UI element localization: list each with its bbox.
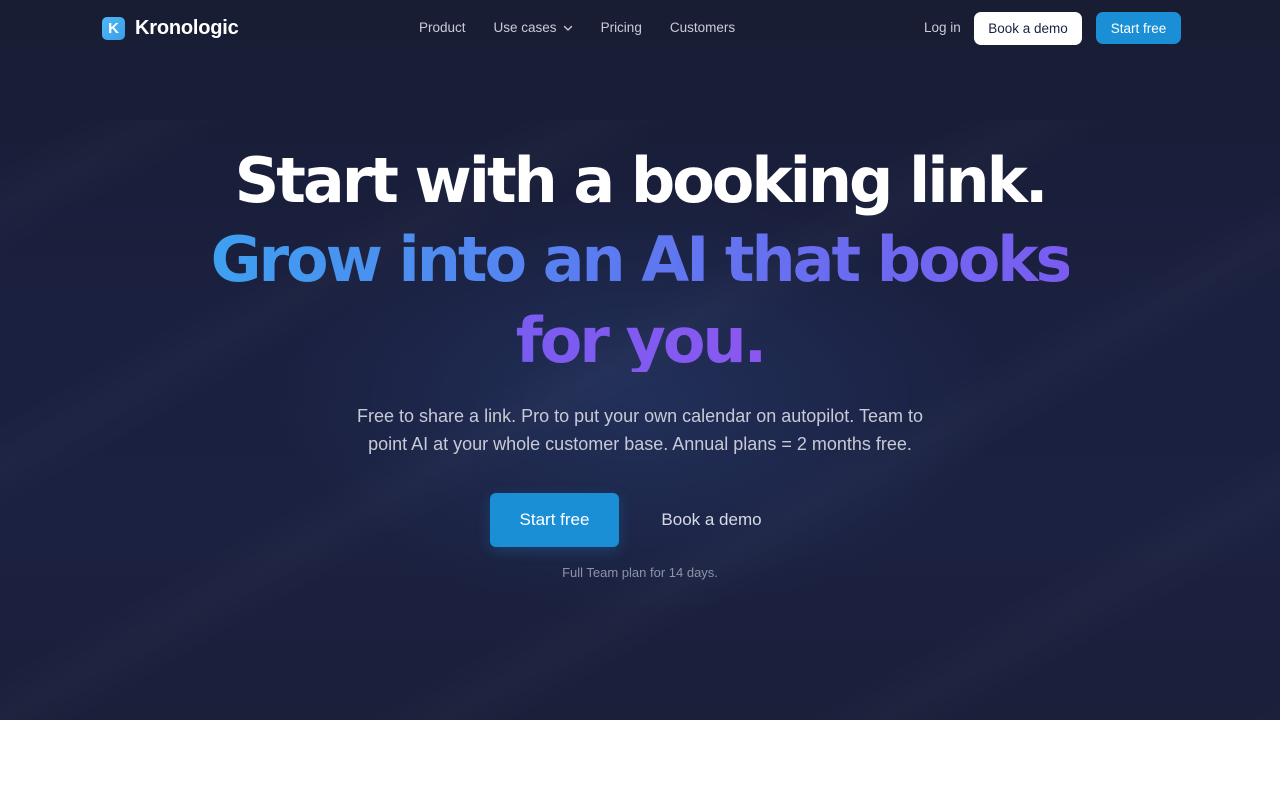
nav-item-label: Pricing [600,20,642,35]
nav-item-label: Use cases [493,20,557,35]
nav-item-use-cases[interactable]: Use cases [494,20,573,35]
nav-item-product[interactable]: Product [419,20,466,35]
login-link[interactable]: Log in [924,20,961,35]
headline-line-2-text: Grow into an AI that books [210,223,1073,296]
hero-section: K Kronologic Product Use cases Pricing C… [0,0,1280,720]
start-free-button[interactable]: Start free [1096,12,1181,44]
chevron-down-icon [563,25,572,31]
cta-start-free-button[interactable]: Start free [490,493,619,547]
logo-mark-icon: K [102,17,125,40]
cta-book-demo-button[interactable]: Book a demo [640,493,783,547]
headline-line-2: Grow into an AI that books [0,229,1280,291]
nav-item-pricing[interactable]: Pricing [601,20,642,35]
headline-line-3-text: for you. [515,304,767,377]
brand-logo[interactable]: K Kronologic [102,17,239,40]
nav-item-label: Customers [669,20,736,35]
headline-line-3: for you. [0,310,1280,372]
hero-subtitle: Free to share a link. Pro to put your ow… [357,406,923,454]
headline-line-1: Start with a booking link. [234,144,1049,217]
trial-note: Full Team plan for 14 days. [562,565,718,580]
book-demo-button[interactable]: Book a demo [974,12,1082,45]
brand-name: Kronologic [135,17,239,39]
nav-item-customers[interactable]: Customers [670,20,735,35]
nav-item-label: Product [419,20,466,35]
main-nav: Product Use cases Pricing Customers [419,20,763,35]
